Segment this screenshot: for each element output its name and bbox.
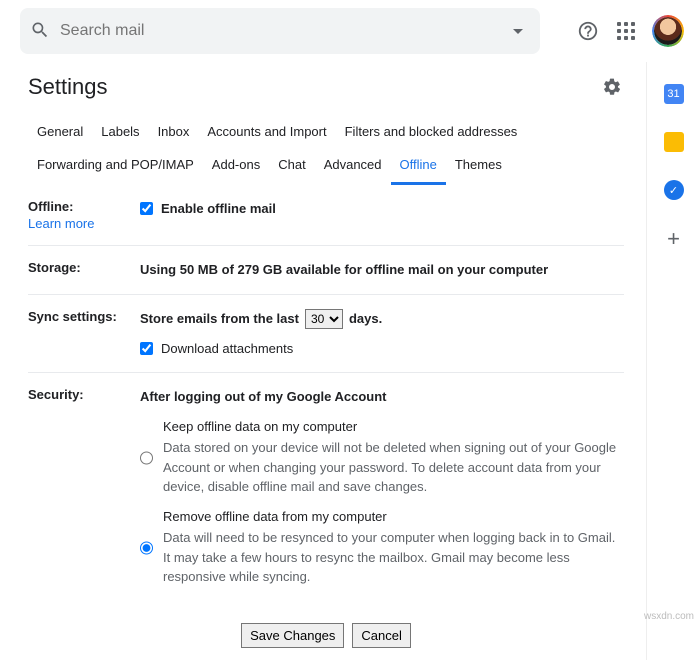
save-button[interactable]: Save Changes	[241, 623, 344, 648]
side-panel: 31 ✓ +	[646, 62, 700, 660]
help-icon[interactable]	[576, 19, 600, 43]
tab-accounts[interactable]: Accounts and Import	[198, 118, 335, 149]
section-offline: Offline: Learn more Enable offline mail	[28, 185, 624, 246]
watermark: wsxdn.com	[644, 611, 694, 622]
calendar-icon[interactable]: 31	[664, 84, 684, 104]
tab-general[interactable]: General	[28, 118, 92, 149]
settings-tabs: General Labels Inbox Accounts and Import…	[28, 118, 624, 149]
search-options-dropdown[interactable]	[506, 19, 530, 43]
enable-offline-checkbox[interactable]	[140, 202, 153, 215]
sync-label: Sync settings:	[28, 309, 117, 324]
account-avatar[interactable]	[652, 15, 684, 47]
security-label: Security:	[28, 387, 84, 402]
cancel-button[interactable]: Cancel	[352, 623, 410, 648]
download-attachments-label: Download attachments	[161, 339, 293, 359]
keep-data-desc: Data stored on your device will not be d…	[163, 438, 624, 497]
tab-chat[interactable]: Chat	[269, 151, 314, 185]
storage-label: Storage:	[28, 260, 81, 275]
apps-icon[interactable]	[614, 19, 638, 43]
security-heading: After logging out of my Google Account	[140, 387, 624, 407]
tab-advanced[interactable]: Advanced	[315, 151, 391, 185]
top-bar	[0, 0, 700, 62]
search-box[interactable]	[20, 8, 540, 54]
sync-suffix: days.	[349, 309, 382, 329]
add-addon-icon[interactable]: +	[667, 228, 680, 250]
tab-offline[interactable]: Offline	[391, 151, 446, 185]
keep-data-title: Keep offline data on my computer	[163, 417, 624, 437]
remove-data-radio[interactable]	[140, 509, 153, 587]
tab-filters[interactable]: Filters and blocked addresses	[336, 118, 527, 149]
search-icon	[30, 20, 50, 43]
gear-icon[interactable]	[600, 75, 624, 99]
tab-labels[interactable]: Labels	[92, 118, 148, 149]
download-attachments-checkbox[interactable]	[140, 342, 153, 355]
top-icons	[576, 15, 684, 47]
enable-offline-row[interactable]: Enable offline mail	[140, 199, 624, 219]
settings-content: Settings General Labels Inbox Accounts a…	[0, 62, 646, 660]
section-security: Security: After logging out of my Google…	[28, 373, 624, 611]
tab-forwarding[interactable]: Forwarding and POP/IMAP	[28, 151, 203, 185]
download-attachments-row[interactable]: Download attachments	[140, 339, 624, 359]
enable-offline-label: Enable offline mail	[161, 199, 276, 219]
sync-days-select[interactable]: 30	[305, 309, 343, 329]
button-row: Save Changes Cancel	[28, 623, 624, 660]
learn-more-link[interactable]: Learn more	[28, 216, 94, 231]
storage-text: Using 50 MB of 279 GB available for offl…	[140, 262, 548, 277]
sync-prefix: Store emails from the last	[140, 309, 299, 329]
offline-label: Offline:	[28, 199, 74, 214]
tab-inbox[interactable]: Inbox	[149, 118, 199, 149]
keep-icon[interactable]	[664, 132, 684, 152]
settings-tabs-row2: Forwarding and POP/IMAP Add-ons Chat Adv…	[28, 151, 624, 185]
tab-addons[interactable]: Add-ons	[203, 151, 269, 185]
search-input[interactable]	[50, 22, 506, 40]
remove-data-desc: Data will need to be resynced to your co…	[163, 528, 624, 587]
remove-data-title: Remove offline data from my computer	[163, 507, 624, 527]
section-sync: Sync settings: Store emails from the las…	[28, 295, 624, 374]
tasks-icon[interactable]: ✓	[664, 180, 684, 200]
keep-data-radio[interactable]	[140, 419, 153, 497]
section-storage: Storage: Using 50 MB of 279 GB available…	[28, 246, 624, 295]
page-title: Settings	[28, 74, 108, 100]
tab-themes[interactable]: Themes	[446, 151, 511, 185]
